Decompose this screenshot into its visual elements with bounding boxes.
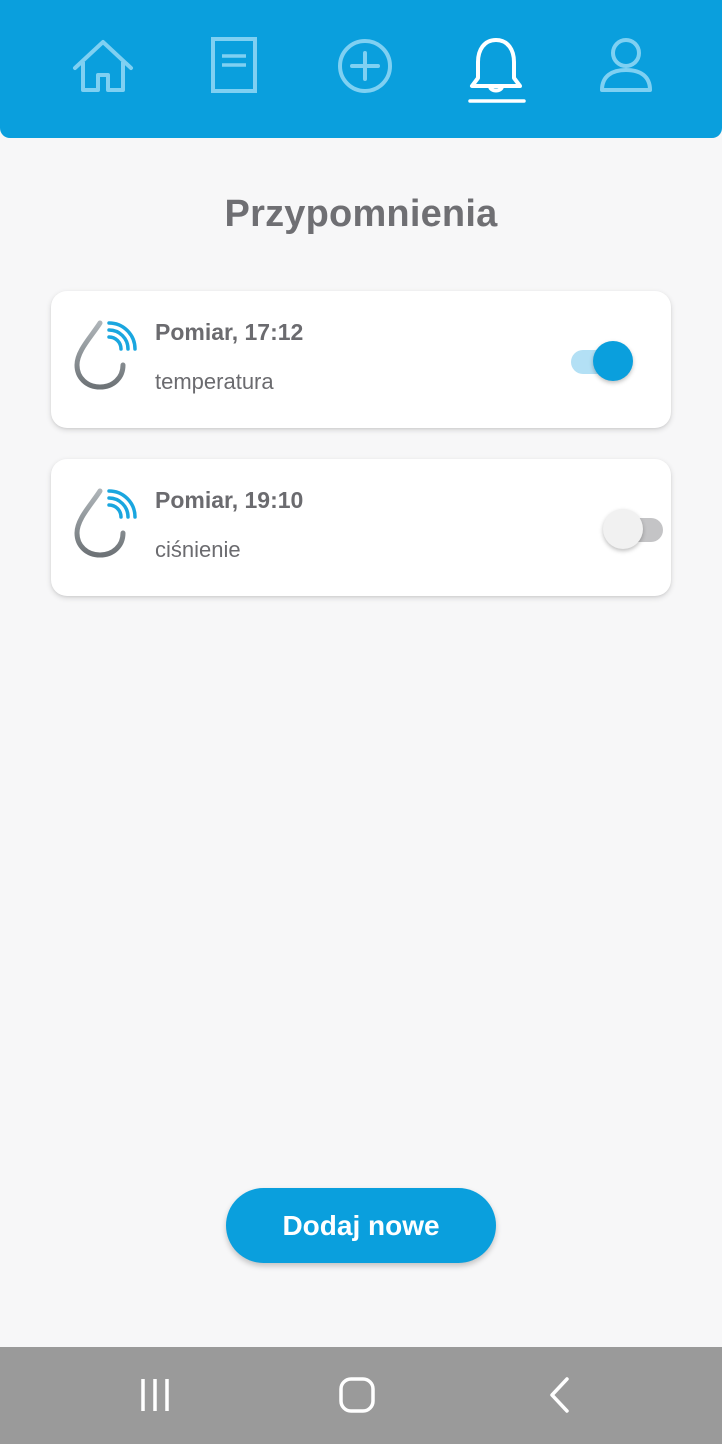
home-icon (73, 40, 133, 92)
reminder-toggle[interactable] (603, 503, 669, 551)
document-icon (211, 37, 257, 93)
reminder-title: Pomiar, 19:10 (155, 487, 304, 513)
nav-profile-button[interactable] (594, 34, 658, 106)
app-logo-icon (74, 320, 137, 390)
nav-records-button[interactable] (202, 34, 266, 106)
reminder-title: Pomiar, 17:12 (155, 319, 304, 345)
nav-reminders-button[interactable] (464, 34, 528, 106)
reminder-card[interactable]: Pomiar, 17:12 temperatura (51, 291, 671, 428)
back-chevron-icon (550, 1377, 569, 1413)
page-title: Przypomnienia (224, 193, 498, 235)
nav-add-button[interactable] (333, 34, 397, 106)
add-reminder-button[interactable]: Dodaj nowe (226, 1188, 496, 1263)
user-icon (600, 38, 652, 92)
recent-apps-icon (141, 1379, 169, 1411)
reminder-card[interactable]: Pomiar, 19:10 ciśnienie (51, 459, 671, 596)
bell-icon (468, 38, 526, 103)
toggle-thumb (593, 341, 633, 381)
recent-apps-button[interactable] (125, 1371, 185, 1419)
home-square-icon (339, 1377, 375, 1413)
plus-circle-icon (338, 39, 392, 93)
app-logo-icon (74, 488, 137, 558)
home-system-button[interactable] (327, 1371, 387, 1419)
toggle-thumb (603, 509, 643, 549)
top-navigation-bar (0, 0, 722, 138)
back-system-button[interactable] (530, 1371, 590, 1419)
reminder-type: temperatura (155, 369, 274, 394)
reminder-toggle[interactable] (569, 335, 635, 383)
nav-home-button[interactable] (71, 34, 135, 106)
reminder-type: ciśnienie (155, 537, 241, 562)
system-navigation-bar (0, 1347, 722, 1444)
